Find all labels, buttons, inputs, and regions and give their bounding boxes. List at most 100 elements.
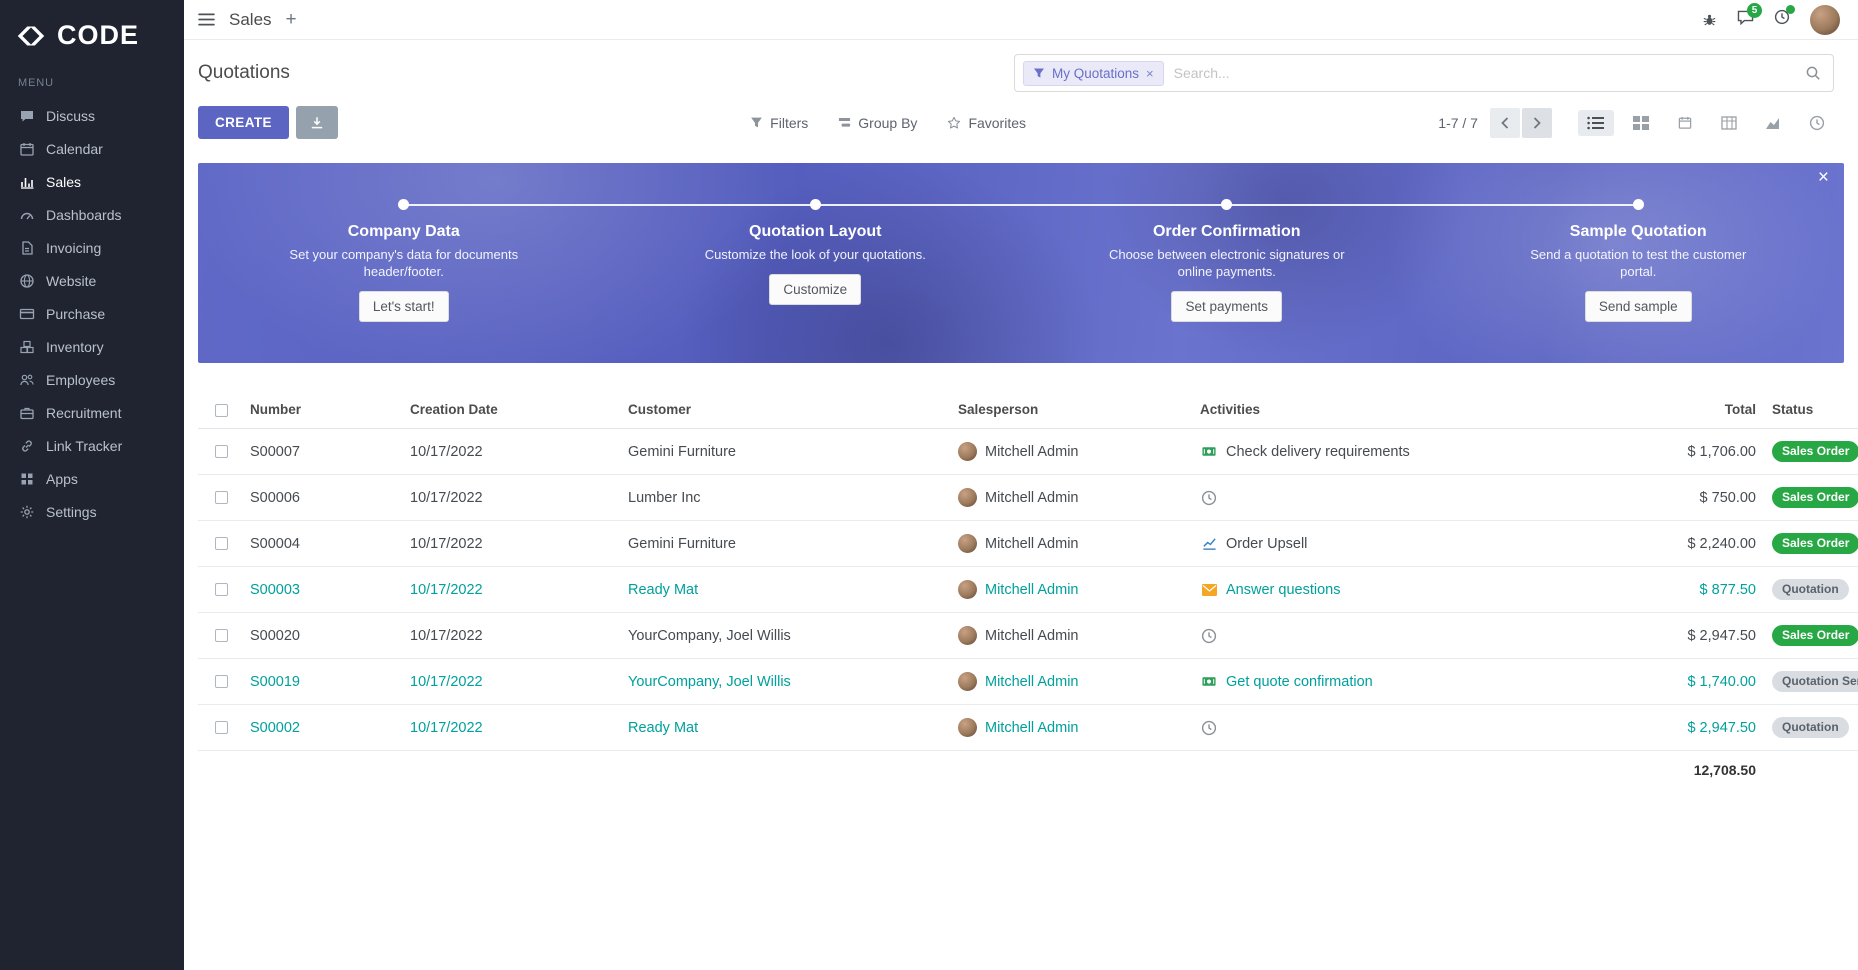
step-description: Choose between electronic signatures or …	[1102, 246, 1352, 280]
calendar-view-button[interactable]	[1668, 109, 1702, 136]
cell-status: Quotation Sent	[1764, 659, 1858, 705]
cell-number[interactable]: S00019	[242, 659, 402, 705]
menu-toggle-icon[interactable]	[198, 13, 215, 26]
table-row[interactable]: S0000610/17/2022Lumber IncMitchell Admin…	[198, 475, 1858, 521]
facet-remove-icon[interactable]	[1146, 67, 1154, 80]
sidebar-item-purchase[interactable]: Purchase	[0, 297, 184, 330]
search-facet[interactable]: My Quotations	[1023, 61, 1164, 86]
table-row[interactable]: S0000410/17/2022Gemini FurnitureMitchell…	[198, 521, 1858, 567]
export-button[interactable]	[296, 106, 338, 139]
cell-activities[interactable]: Check delivery requirements	[1192, 429, 1664, 475]
sidebar-item-inventory[interactable]: Inventory	[0, 330, 184, 363]
dashboards-icon	[18, 206, 35, 223]
create-button[interactable]: CREATE	[198, 106, 289, 139]
cell-number[interactable]: S00020	[242, 613, 402, 659]
user-avatar[interactable]	[1810, 5, 1840, 35]
pager-previous-button[interactable]	[1490, 108, 1520, 138]
activities-button[interactable]	[1774, 9, 1790, 30]
search-input[interactable]	[1174, 65, 1795, 81]
column-header-total[interactable]: Total	[1664, 393, 1764, 429]
cell-activities[interactable]: Order Upsell	[1192, 521, 1664, 567]
sidebar-item-employees[interactable]: Employees	[0, 363, 184, 396]
cell-customer: Ready Mat	[620, 567, 950, 613]
step-action-button[interactable]: Let's start!	[359, 291, 449, 322]
status-badge: Sales Order	[1772, 625, 1858, 646]
table-row[interactable]: S0000710/17/2022Gemini FurnitureMitchell…	[198, 429, 1858, 475]
list-view-button[interactable]	[1578, 110, 1614, 136]
sidebar-item-sales[interactable]: Sales	[0, 165, 184, 198]
activity-view-button[interactable]	[1800, 109, 1834, 137]
cell-number[interactable]: S00007	[242, 429, 402, 475]
search-box: My Quotations	[1014, 54, 1834, 92]
employees-icon	[18, 371, 35, 388]
table-row[interactable]: S0001910/17/2022YourCompany, Joel Willis…	[198, 659, 1858, 705]
select-all-checkbox[interactable]	[215, 404, 228, 417]
sidebar-item-recruitment[interactable]: Recruitment	[0, 396, 184, 429]
row-checkbox[interactable]	[215, 491, 228, 504]
sidebar-item-calendar[interactable]: Calendar	[0, 132, 184, 165]
row-checkbox[interactable]	[215, 537, 228, 550]
sidebar-item-label: Sales	[46, 174, 81, 190]
sidebar-item-label: Inventory	[46, 339, 104, 355]
row-checkbox[interactable]	[215, 629, 228, 642]
step-action-button[interactable]: Send sample	[1585, 291, 1692, 322]
sidebar-item-apps[interactable]: Apps	[0, 462, 184, 495]
favorites-button[interactable]: Favorites	[947, 115, 1026, 131]
sidebar-item-label: Invoicing	[46, 240, 101, 256]
activity-label: Answer questions	[1226, 582, 1340, 598]
column-header-creation-date[interactable]: Creation Date	[402, 393, 620, 429]
cell-creation-date: 10/17/2022	[402, 567, 620, 613]
filters-button[interactable]: Filters	[750, 115, 808, 131]
salesperson-name: Mitchell Admin	[985, 582, 1078, 598]
cell-customer: Ready Mat	[620, 705, 950, 751]
row-checkbox[interactable]	[215, 445, 228, 458]
column-header-activities[interactable]: Activities	[1192, 393, 1664, 429]
pager-next-button[interactable]	[1522, 108, 1552, 138]
sidebar-item-discuss[interactable]: Discuss	[0, 99, 184, 132]
graph-view-button[interactable]	[1756, 110, 1790, 136]
sidebar-item-link-tracker[interactable]: Link Tracker	[0, 429, 184, 462]
cell-status: Quotation	[1764, 705, 1858, 751]
bug-icon[interactable]	[1702, 12, 1717, 27]
row-checkbox[interactable]	[215, 675, 228, 688]
quotations-table: NumberCreation DateCustomerSalespersonAc…	[198, 393, 1858, 789]
search-icon[interactable]	[1805, 65, 1821, 81]
pivot-view-button[interactable]	[1712, 110, 1746, 136]
salesperson-avatar	[958, 672, 977, 691]
sidebar-item-invoicing[interactable]: Invoicing	[0, 231, 184, 264]
cell-total: $ 750.00	[1664, 475, 1764, 521]
sidebar-item-settings[interactable]: Settings	[0, 495, 184, 528]
cell-activities[interactable]	[1192, 475, 1664, 521]
cell-number[interactable]: S00006	[242, 475, 402, 521]
column-header-salesperson[interactable]: Salesperson	[950, 393, 1192, 429]
column-header-status[interactable]: Status	[1764, 393, 1858, 429]
cell-activities[interactable]	[1192, 705, 1664, 751]
kanban-view-button[interactable]	[1624, 110, 1658, 136]
funnel-icon	[750, 116, 763, 129]
invoicing-icon	[18, 239, 35, 256]
cell-activities[interactable]: Answer questions	[1192, 567, 1664, 613]
column-header-customer[interactable]: Customer	[620, 393, 950, 429]
app-title[interactable]: Sales	[229, 10, 272, 30]
cell-activities[interactable]	[1192, 613, 1664, 659]
table-row[interactable]: S0000210/17/2022Ready MatMitchell Admin$…	[198, 705, 1858, 751]
messages-button[interactable]: 5	[1737, 10, 1754, 30]
plus-icon[interactable]	[286, 10, 297, 29]
table-row[interactable]: S0002010/17/2022YourCompany, Joel Willis…	[198, 613, 1858, 659]
cell-number[interactable]: S00004	[242, 521, 402, 567]
status-badge: Quotation	[1772, 717, 1849, 738]
group-by-button[interactable]: Group By	[838, 115, 917, 131]
cell-activities[interactable]: Get quote confirmation	[1192, 659, 1664, 705]
row-checkbox[interactable]	[215, 583, 228, 596]
row-checkbox[interactable]	[215, 721, 228, 734]
app-logo[interactable]: CODE	[0, 0, 184, 75]
step-action-button[interactable]: Customize	[769, 274, 861, 305]
banner-close-icon[interactable]	[1818, 168, 1829, 187]
cell-number[interactable]: S00003	[242, 567, 402, 613]
cell-number[interactable]: S00002	[242, 705, 402, 751]
column-header-number[interactable]: Number	[242, 393, 402, 429]
table-row[interactable]: S0000310/17/2022Ready Mat Mitchell Admin A…	[198, 567, 1858, 613]
sidebar-item-dashboards[interactable]: Dashboards	[0, 198, 184, 231]
step-action-button[interactable]: Set payments	[1171, 291, 1282, 322]
sidebar-item-website[interactable]: Website	[0, 264, 184, 297]
